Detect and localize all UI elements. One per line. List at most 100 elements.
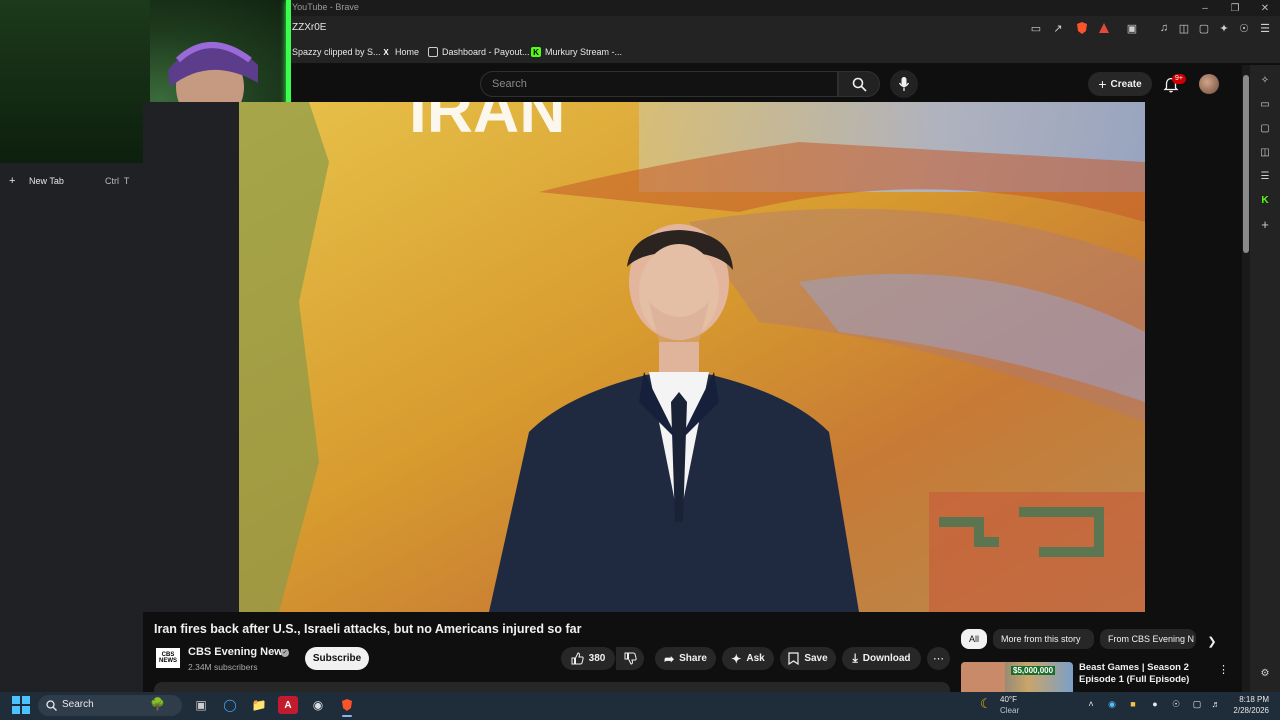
thumbs-up-icon <box>571 652 584 665</box>
dashboard-icon <box>428 47 438 57</box>
save-button[interactable]: Save <box>780 647 836 670</box>
search-icon <box>852 77 867 92</box>
notification-badge: 9+ <box>1172 74 1186 84</box>
brave-rewards-icon[interactable] <box>1096 20 1112 36</box>
obs-icon[interactable]: ◉ <box>308 696 328 714</box>
thumbs-down-icon <box>624 652 637 665</box>
weather-temp: 40°F <box>1000 695 1017 704</box>
side-panel <box>1250 65 1280 692</box>
bookmarks-panel-icon[interactable]: ◫ <box>1258 145 1272 159</box>
reading-list-icon[interactable]: ◫ <box>1176 20 1192 36</box>
task-view-icon[interactable]: ▣ <box>191 696 211 714</box>
media-icon[interactable]: ♫ <box>1156 20 1172 36</box>
vpn-icon[interactable]: ☉ <box>1236 20 1252 36</box>
avatar[interactable] <box>1199 74 1219 94</box>
windows-start-icon[interactable] <box>12 696 30 714</box>
weather-widget[interactable]: ☾ 40°F Clear <box>978 694 1038 718</box>
share-label: Share <box>679 653 707 664</box>
x-logo-icon: X <box>383 47 389 57</box>
description-box[interactable] <box>154 682 950 692</box>
related-video-thumbnail[interactable]: $5,000,000 <box>961 662 1073 692</box>
wallet-panel-icon[interactable]: ▢ <box>1258 121 1272 135</box>
related-video-title[interactable]: Beast Games | Season 2 Episode 1 (Full E… <box>1079 662 1199 686</box>
display-icon[interactable]: ▢ <box>1190 697 1204 711</box>
close-window-button[interactable]: ✕ <box>1250 0 1280 16</box>
cast-icon[interactable]: ▭ <box>1028 20 1044 36</box>
playlist-panel-icon[interactable]: ▭ <box>1258 97 1272 111</box>
chip-from-channel[interactable]: From CBS Evening N <box>1100 629 1196 649</box>
kick-panel-icon[interactable]: K <box>1258 193 1272 207</box>
new-tab-shortcut: Ctrl T <box>105 176 130 186</box>
taskbar-clock[interactable]: 8:18 PM 2/28/2026 <box>1225 694 1269 716</box>
video-frame[interactable]: IRAN <box>239 102 1145 612</box>
search-input[interactable]: Search <box>480 71 838 97</box>
verified-icon: ✓ <box>281 649 289 657</box>
video-title: Iran fires back after U.S., Israeli atta… <box>154 622 582 636</box>
weather-condition: Clear <box>1000 706 1020 715</box>
leo-ai-icon[interactable]: ✦ <box>1216 20 1232 36</box>
leo-panel-icon[interactable]: ✧ <box>1258 73 1272 87</box>
more-actions-button[interactable]: ⋯ <box>927 647 950 670</box>
taskbar-search[interactable]: Search 🌳 <box>38 695 182 716</box>
create-button[interactable]: + Create <box>1088 72 1152 96</box>
brave-browser-icon[interactable] <box>337 696 357 717</box>
video-player[interactable]: IRAN <box>143 102 1242 612</box>
sparkle-icon: ✦ <box>731 651 742 666</box>
volume-icon[interactable]: ♬ <box>1209 697 1223 711</box>
new-tab-label: New Tab <box>29 176 64 186</box>
tray-app-icon[interactable]: ◉ <box>1105 697 1119 711</box>
chip-all[interactable]: All <box>961 629 987 649</box>
file-explorer-icon[interactable]: 📁 <box>249 696 269 714</box>
like-button[interactable]: 380 <box>561 647 615 670</box>
subscribe-button[interactable]: Subscribe <box>305 647 369 670</box>
clock-date: 2/28/2026 <box>1233 706 1269 715</box>
subscriber-count: 2.34M subscribers <box>188 662 258 672</box>
scrollbar-thumb[interactable] <box>1243 75 1249 253</box>
voice-search-button[interactable] <box>890 70 918 98</box>
settings-gear-icon[interactable]: ⚙ <box>1258 666 1272 680</box>
thumbnail-face <box>961 662 1005 692</box>
tray-app-icon[interactable]: ■ <box>1126 697 1140 711</box>
add-panel-icon[interactable]: + <box>1258 217 1272 232</box>
moon-icon: ☾ <box>980 696 992 711</box>
menu-icon[interactable]: ☰ <box>1257 20 1273 36</box>
share-page-icon[interactable]: ↗ <box>1050 20 1066 36</box>
plus-icon: + <box>9 175 16 187</box>
bookmark-dashboard[interactable]: Dashboard - Payout... <box>428 46 530 58</box>
plus-icon: + <box>1098 76 1107 92</box>
video-pillarbox-right <box>1145 102 1242 612</box>
bookmark-home[interactable]: X Home <box>381 46 419 58</box>
ask-button[interactable]: ✦ Ask <box>722 647 774 670</box>
microphone-icon <box>898 77 910 91</box>
channel-logo[interactable]: CBS NEWS <box>156 648 180 668</box>
new-tab-item[interactable]: + New Tab Ctrl T <box>0 172 143 190</box>
bookmark-murkury[interactable]: K Murkury Stream -... <box>531 46 622 58</box>
download-button[interactable]: ⤓ Download <box>842 647 921 670</box>
network-icon[interactable]: ☉ <box>1169 697 1183 711</box>
sidebar-toggle-icon[interactable]: ▣ <box>1124 20 1140 36</box>
search-button[interactable] <box>838 71 880 97</box>
more-horizontal-icon: ⋯ <box>933 653 944 665</box>
wallet-icon[interactable]: ▢ <box>1196 20 1212 36</box>
chip-more-from-story[interactable]: More from this story <box>993 629 1094 649</box>
share-button[interactable]: ➦ Share <box>655 647 716 670</box>
reading-list-panel-icon[interactable]: ☰ <box>1258 169 1272 183</box>
microphone-tray-icon[interactable]: ● <box>1148 697 1162 711</box>
search-highlight-icon: 🌳 <box>150 697 165 711</box>
like-count: 380 <box>588 653 606 664</box>
acrobat-icon[interactable]: A <box>278 696 298 714</box>
minimize-button[interactable]: – <box>1190 0 1220 16</box>
brave-shields-icon[interactable] <box>1074 20 1090 36</box>
dislike-button[interactable] <box>616 647 644 670</box>
url-text[interactable]: ZZXr0E <box>292 22 326 33</box>
more-vertical-icon[interactable]: ⋮ <box>1218 663 1229 676</box>
show-hidden-icons-chevron-icon[interactable]: ˄ <box>1084 697 1098 711</box>
bookmark-label: Dashboard - Payout... <box>442 47 530 57</box>
taskbar-search-label: Search <box>62 699 94 710</box>
chevron-right-icon[interactable]: ❯ <box>1204 633 1220 649</box>
channel-name[interactable]: CBS Evening News <box>188 646 289 658</box>
bookmark-spazzy[interactable]: Spazzy clipped by S... <box>292 46 381 58</box>
edge-browser-icon[interactable]: ◯ <box>220 696 240 714</box>
bookmark-label: Home <box>395 47 420 57</box>
maximize-button[interactable]: ❐ <box>1220 0 1250 16</box>
